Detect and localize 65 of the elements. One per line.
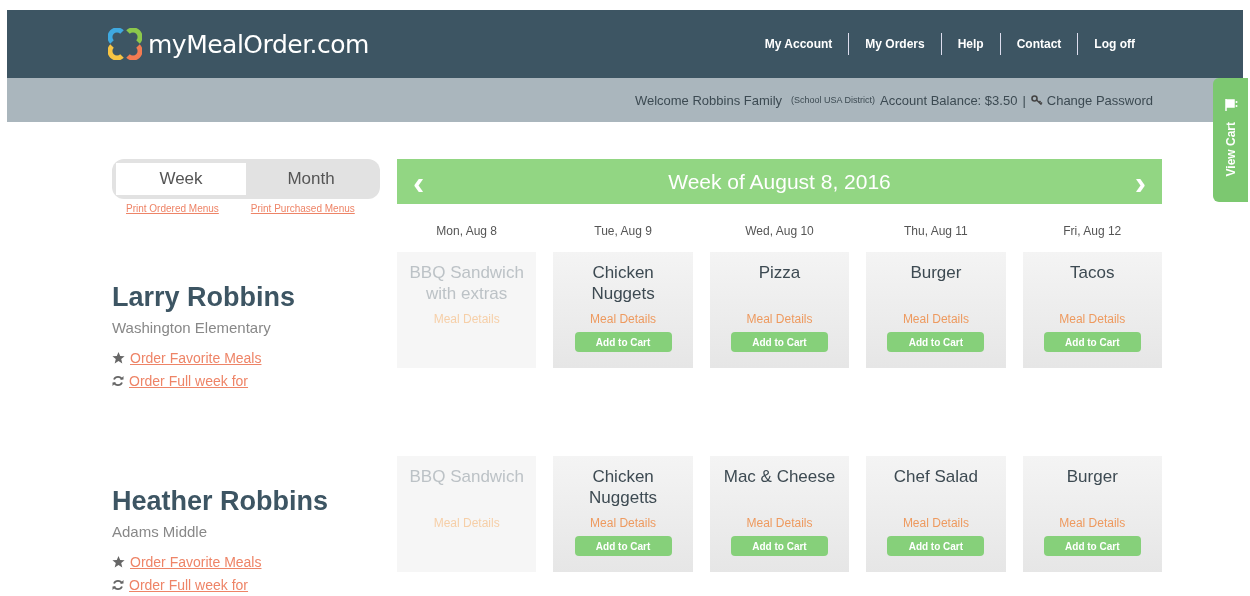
nav-link[interactable]: Log off: [1078, 37, 1151, 51]
meal-details-link[interactable]: Meal Details: [746, 312, 813, 326]
key-icon: [1030, 95, 1043, 105]
day-label: Thu, Aug 11: [902, 224, 969, 238]
school-name: Washington Elementary: [112, 319, 272, 336]
nav-link[interactable]: My Account: [748, 37, 849, 51]
add-to-cart-button[interactable]: Add to Cart: [887, 536, 985, 556]
balance-text: Account Balance: $3.50: [880, 92, 1018, 108]
student-name: Larry Robbins: [112, 282, 297, 313]
meal-name: Mac & Cheese: [722, 466, 837, 488]
add-to-cart-button[interactable]: Add to Cart: [1043, 536, 1141, 556]
meal-details-link[interactable]: Meal Details: [590, 312, 657, 326]
view-tab[interactable]: Week: [116, 163, 246, 195]
flag-icon: [1223, 98, 1238, 112]
meal-name: Chicken Nuggets: [590, 262, 656, 304]
refresh-icon: [112, 579, 124, 591]
add-to-cart-button[interactable]: Add to Cart: [731, 536, 828, 556]
nav-link[interactable]: Contact: [1000, 37, 1078, 51]
add-to-cart-button[interactable]: Add to Cart: [1043, 332, 1141, 352]
print-link[interactable]: Print Ordered Menus: [126, 203, 219, 214]
order-link[interactable]: Order Favorite Meals: [130, 350, 262, 366]
add-to-cart-button[interactable]: Add to Cart: [574, 536, 672, 556]
refresh-icon: [112, 375, 124, 387]
meal-name: Tacos: [1069, 262, 1116, 284]
meal-name: Chicken Nuggetts: [588, 466, 659, 508]
nav-link[interactable]: Help: [941, 37, 1000, 51]
day-label: Wed, Aug 10: [744, 224, 815, 238]
order-link[interactable]: Order Full week for: [129, 577, 249, 593]
view-cart-tab[interactable]: View Cart: [1213, 78, 1248, 202]
meal-name: Chef Salad: [892, 466, 979, 488]
previous-week-button[interactable]: ‹: [409, 164, 429, 199]
day-label: Tue, Aug 9: [593, 224, 653, 238]
star-icon: [112, 352, 125, 364]
student-name: Heather Robbins: [112, 486, 330, 517]
site-logo[interactable]: myMealOrder.com: [148, 29, 369, 59]
order-link[interactable]: Order Favorite Meals: [130, 554, 262, 570]
meal-details-link[interactable]: Meal Details: [590, 516, 657, 530]
day-label: Mon, Aug 8: [435, 224, 499, 238]
separator: |: [1022, 92, 1026, 108]
view-tab[interactable]: Month: [246, 163, 376, 195]
meal-name: Pizza: [757, 262, 802, 284]
meal-name: Burger: [1065, 466, 1119, 488]
meal-details-link[interactable]: Meal Details: [746, 516, 813, 530]
welcome-text: Welcome Robbins Family: [634, 92, 782, 108]
district-text: (School USA District): [791, 95, 876, 105]
day-label: Fri, Aug 12: [1062, 224, 1123, 238]
meal-name: BBQ Sandwich: [408, 466, 525, 488]
meal-name: BBQ Sandwich with extras: [408, 262, 525, 304]
meal-details-link[interactable]: Meal Details: [1059, 312, 1126, 326]
week-title: Week of August 8, 2016: [668, 169, 891, 194]
meal-name: Burger: [909, 262, 963, 284]
add-to-cart-button[interactable]: Add to Cart: [887, 332, 985, 352]
meal-details-link[interactable]: Meal Details: [902, 312, 969, 326]
meal-details-link[interactable]: Meal Details: [1059, 516, 1126, 530]
meal-details-link[interactable]: Meal Details: [902, 516, 969, 530]
print-link[interactable]: Print Purchased Menus: [250, 203, 355, 214]
add-to-cart-button[interactable]: Add to Cart: [731, 332, 828, 352]
add-to-cart-button[interactable]: Add to Cart: [574, 332, 672, 352]
star-icon: [112, 556, 125, 568]
school-name: Adams Middle: [112, 523, 209, 540]
change-password-link[interactable]: Change Password: [1030, 92, 1153, 108]
nav-link[interactable]: My Orders: [849, 37, 941, 51]
next-week-button[interactable]: ›: [1130, 164, 1150, 199]
logo-icon: [108, 28, 142, 60]
order-link[interactable]: Order Full week for: [129, 373, 249, 389]
